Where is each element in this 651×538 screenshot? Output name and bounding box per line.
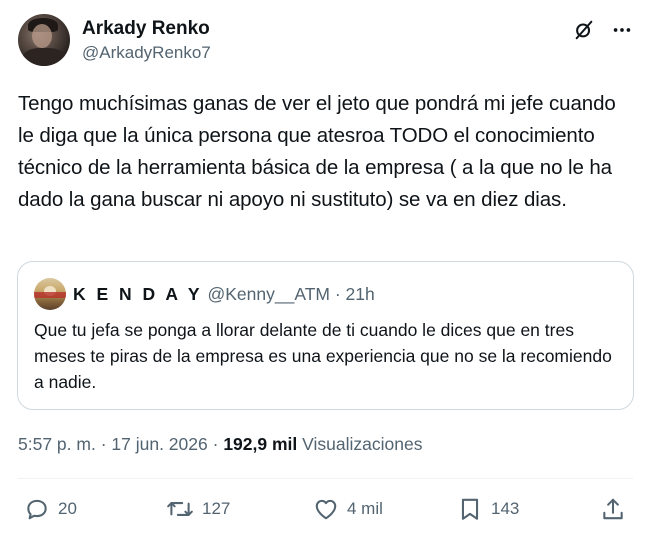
header-actions (572, 18, 634, 42)
quote-author-avatar[interactable] (34, 278, 66, 310)
bookmark-icon (461, 498, 479, 520)
tweet-text: Tengo muchísimas ganas de ver el jeto qu… (18, 92, 616, 211)
views-count: 192,9 mil (223, 434, 298, 454)
repost-count: 127 (202, 499, 231, 518)
repost-button[interactable]: 127 (166, 496, 230, 522)
author-names: Arkady Renko @ArkadyRenko7 (82, 17, 211, 65)
reply-button[interactable]: 20 (24, 496, 77, 522)
more-icon[interactable] (610, 18, 634, 42)
tweet-meta: 5:57 p. m. · 17 jun. 2026 · 192,9 mil Vi… (18, 432, 422, 456)
reply-count: 20 (58, 499, 77, 518)
share-button[interactable] (600, 496, 626, 522)
bookmark-count: 143 (491, 499, 520, 518)
like-count: 4 mil (347, 499, 383, 518)
quote-meta: K E N D A Y @Kenny__ATM · 21h (73, 282, 375, 306)
grok-icon[interactable] (572, 18, 596, 42)
action-bar: 20 127 4 mil 143 (0, 496, 651, 526)
quote-display-name[interactable]: K E N D A Y (73, 284, 203, 304)
tweet-date[interactable]: 17 jun. 2026 (111, 434, 207, 454)
share-icon (603, 498, 623, 520)
meta-separator: · (100, 434, 107, 454)
quote-time[interactable]: 21h (346, 284, 375, 304)
heart-icon (315, 499, 337, 520)
meta-separator: · (212, 434, 219, 454)
tweet-header: Arkady Renko @ArkadyRenko7 (18, 14, 638, 70)
quoted-tweet[interactable]: K E N D A Y @Kenny__ATM · 21h Que tu jef… (17, 261, 634, 410)
views-label: Visualizaciones (302, 434, 423, 454)
like-button[interactable]: 4 mil (313, 496, 383, 522)
quote-handle[interactable]: @Kenny__ATM (207, 284, 330, 304)
divider (18, 478, 633, 479)
author-handle[interactable]: @ArkadyRenko7 (82, 41, 211, 65)
bookmark-button[interactable]: 143 (457, 496, 519, 522)
quote-separator: · (334, 284, 341, 304)
reply-icon (27, 499, 47, 520)
tweet-time[interactable]: 5:57 p. m. (18, 434, 96, 454)
repost-icon (167, 502, 193, 516)
author-display-name[interactable]: Arkady Renko (82, 17, 211, 41)
quote-text: Que tu jefa se ponga a llorar delante de… (34, 320, 612, 392)
author-avatar[interactable] (18, 14, 70, 66)
